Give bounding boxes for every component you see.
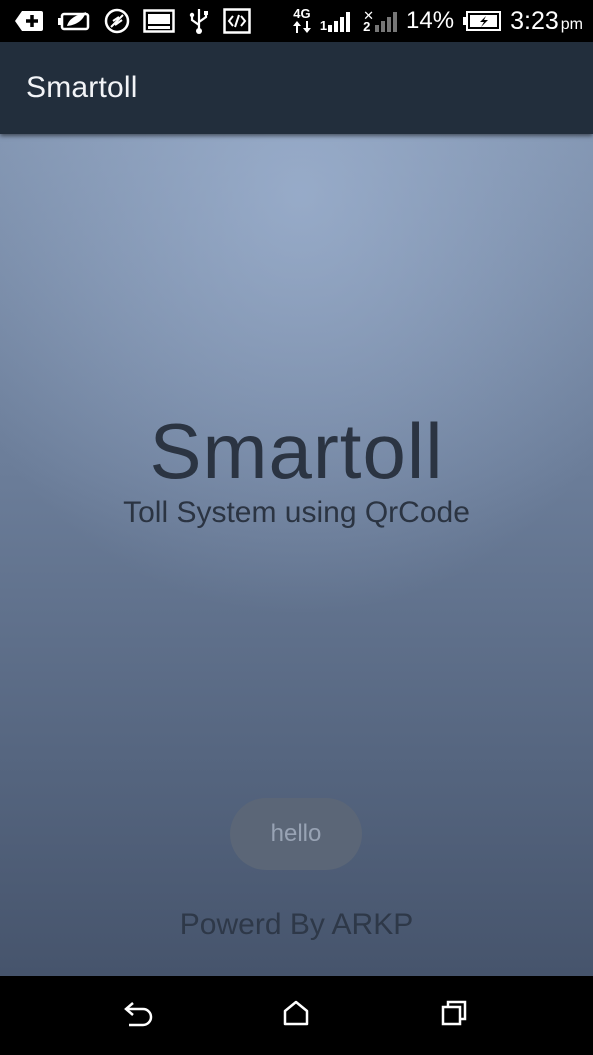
- recents-icon: [440, 999, 468, 1032]
- recents-button[interactable]: [424, 986, 484, 1046]
- usb-icon: [188, 7, 210, 35]
- battery-percent: 14%: [406, 7, 455, 34]
- clock: 3:23 pm: [510, 7, 583, 36]
- signal-sim2-icon: ✕ 2: [363, 9, 398, 33]
- image-icon: [143, 9, 175, 33]
- battery-saver-icon: [57, 9, 91, 33]
- hero-subtitle: Toll System using QrCode: [123, 496, 470, 529]
- network-type: 4G: [293, 6, 311, 21]
- navigation-bar: [0, 976, 593, 1055]
- system-indicators: 4G 1 ✕ 2 14% 3:23 pm: [292, 7, 583, 36]
- clock-time: 3:23: [510, 6, 559, 35]
- battery-charging-icon: [462, 10, 502, 32]
- code-icon: [223, 8, 251, 34]
- sim2-label: 2: [363, 19, 371, 34]
- hero-title: Smartoll: [149, 407, 444, 495]
- clock-ampm: pm: [560, 15, 583, 33]
- home-icon: [282, 999, 310, 1032]
- status-bar: 4G 1 ✕ 2 14% 3:23 pm: [0, 0, 593, 42]
- back-icon: [123, 999, 155, 1032]
- notification-icons: [14, 7, 251, 35]
- back-button[interactable]: [109, 986, 169, 1046]
- splash-content: Smartoll Toll System using QrCode hello …: [0, 134, 593, 976]
- feather-icon: [104, 8, 130, 34]
- app-bar: Smartoll: [0, 42, 593, 134]
- home-button[interactable]: [266, 986, 326, 1046]
- add-box-icon: [14, 9, 44, 33]
- footer-credit: Powerd By ARKP: [179, 908, 414, 941]
- network-4g-icon: 4G: [292, 6, 312, 34]
- signal-sim1-icon: 1: [320, 9, 355, 33]
- hello-button[interactable]: hello: [230, 798, 362, 870]
- app-bar-title: Smartoll: [26, 71, 138, 104]
- sim1-label: 1: [319, 18, 328, 33]
